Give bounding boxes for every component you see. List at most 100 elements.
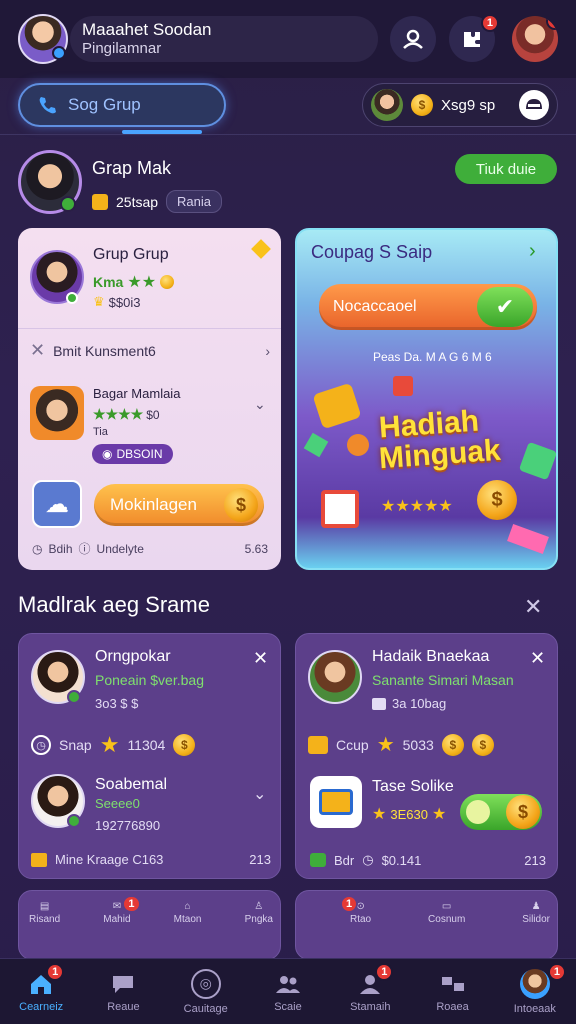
player-a2-sub: Seeee0 <box>95 796 140 811</box>
card-a-footer-label: Mine Kraage C163 <box>55 852 164 867</box>
mini-tab-0[interactable]: ▤ Risand <box>29 901 60 925</box>
nav-social-label: Scaie <box>274 1000 302 1013</box>
group-icon <box>439 971 467 997</box>
arrow-right-icon[interactable]: › <box>529 240 536 263</box>
bookmark-icon[interactable] <box>251 239 271 259</box>
friend-avatar[interactable]: 1 <box>512 16 558 62</box>
profile-stats: 25tsap Rania <box>92 190 223 213</box>
card-a-footer-value: 213 <box>249 852 271 867</box>
nav-home[interactable]: Cearneiz 1 <box>0 959 82 1024</box>
nav-center[interactable]: ◎ Cauitage <box>165 959 247 1024</box>
profile-points: 25tsap <box>116 193 159 210</box>
player-b-small-row: 3a 10bag <box>372 696 446 711</box>
player-a-stat: ◷ Snap ★ 11304 $ <box>31 732 271 758</box>
member-name: Bagar Mamlaia <box>93 386 181 401</box>
dollar-coin-icon: $ <box>506 795 540 829</box>
trophy-button[interactable]: 1 <box>449 14 499 62</box>
nav-groups[interactable]: Roaea <box>411 959 493 1024</box>
mini-left-tabs: ▤ Risand ✉ Mahid 1 ⌂ Mtaon ♙ Pngka <box>29 895 273 925</box>
mini-card-right[interactable]: ⊙ Rtao 1 ▭ Cosnum ♟ Silidor <box>295 890 558 960</box>
group-card[interactable]: Grup Grup Kma ★★ ♛ $$0i3 ✕ Bmit Kunsment… <box>18 228 281 570</box>
monitor-icon <box>319 789 353 815</box>
gift-box-button[interactable]: ☁ <box>32 480 82 528</box>
star-row-icon: ★★★★ <box>93 406 144 422</box>
nav-profile[interactable]: Stamaih 1 <box>329 959 411 1024</box>
online-icon <box>60 196 76 212</box>
footer-mid: Undelyte <box>96 541 144 556</box>
nav-profile-badge: 1 <box>375 963 394 981</box>
small-gift-icon <box>393 376 413 396</box>
profile-action-button[interactable]: Tiuk duie <box>455 154 557 184</box>
card-a-footer: Mine Kraage C163 213 <box>31 852 271 867</box>
coupon-card[interactable]: Coupag S Saip › Nocaccaoel ✔ Peas Da. M … <box>295 228 558 570</box>
mini-tab-r2[interactable]: ♟ Silidor <box>522 901 550 925</box>
check-button[interactable]: ✔ <box>477 287 533 327</box>
section-close-icon[interactable]: ✕ <box>524 594 542 620</box>
toggle-knob <box>466 800 490 824</box>
user-name-pill[interactable]: Maaahet Soodan Pingilamnar <box>70 16 378 62</box>
player-b-small: 3a 10bag <box>392 696 447 711</box>
footer-left: Bdih <box>48 541 73 556</box>
player-a-sub: Poneain $ver.bag <box>95 672 204 688</box>
card-divider <box>18 328 281 329</box>
check-icon: ✔ <box>495 294 515 319</box>
coupon-title: Coupag S Saip <box>311 242 433 262</box>
ticket-icon <box>92 193 108 210</box>
player-a-stat-label: Snap <box>59 737 92 753</box>
add-friend-icon <box>403 29 423 49</box>
profile-name: Grap Mak <box>92 158 172 178</box>
nav-chat-label: Reaue <box>107 1000 140 1013</box>
briefcase-icon: ▤ <box>39 901 50 912</box>
player-b-name: Hadaik Bnaekaa <box>372 648 490 665</box>
member-avatar <box>30 386 84 440</box>
group-line1-text: Kma <box>93 274 124 290</box>
notification-badge: 1 <box>480 14 499 32</box>
match-card-b[interactable]: Hadaik Bnaekaa Sanante Simari Masan 3a 1… <box>295 633 558 879</box>
coin-icon: $ <box>411 94 433 116</box>
nav-chat[interactable]: Reaue <box>82 959 164 1024</box>
claim-toggle[interactable]: $ <box>460 794 542 830</box>
close-icon[interactable]: ✕ <box>530 648 545 669</box>
gem-icon <box>518 441 556 481</box>
mini-tab-r0[interactable]: ⊙ Rtao 1 <box>340 895 371 925</box>
player-b2-name: Tase Solike <box>372 778 454 795</box>
add-friend-button[interactable] <box>390 16 436 62</box>
chevron-down-icon[interactable]: ⌄ <box>253 784 266 804</box>
nav-center-label: Cauitage <box>183 1002 228 1015</box>
star-icon-2: ★ <box>431 806 447 823</box>
friend-badge: 1 <box>545 16 558 30</box>
helmet-button[interactable] <box>519 90 549 120</box>
player-b-stat-value: 5033 <box>402 736 434 753</box>
coin-icon: $ <box>441 733 464 756</box>
card-footer: ◷ Bdih ⓘ Undelyte 5.63 <box>32 540 268 557</box>
close-icon[interactable]: ✕ <box>253 648 268 669</box>
big-coin-icon: $ <box>477 480 517 520</box>
coupon-claim-button[interactable]: Nocaccaoel ✔ <box>319 284 537 330</box>
nav-social[interactable]: Scaie <box>247 959 329 1024</box>
ribbon-icon <box>507 524 549 554</box>
mini-tab-2[interactable]: ⌂ Mtaon <box>174 901 202 925</box>
treasure-icon <box>308 735 328 754</box>
chevron-down-icon[interactable]: ⌄ <box>254 396 266 413</box>
home-icon: ⌂ <box>184 901 191 912</box>
primary-action-button[interactable]: Mokinlagen $ <box>94 484 264 526</box>
mini-tab-r1[interactable]: ▭ Cosnum <box>428 901 465 925</box>
mini-tab-3[interactable]: ♙ Pngka <box>245 901 273 925</box>
header-divider <box>0 134 576 135</box>
account-avatar <box>519 968 550 999</box>
member-chip[interactable]: ◉ DBSOIN <box>92 444 173 464</box>
match-card-a[interactable]: Orngpokar Poneain $ver.bag 3o3 $ $ ✕ ◷ S… <box>18 633 281 879</box>
app-tile[interactable] <box>310 776 362 828</box>
mini-badge-r: 1 <box>340 895 359 913</box>
mini-tab-r1-label: Cosnum <box>428 914 466 925</box>
nav-account[interactable]: Intoeaak 1 <box>494 959 576 1024</box>
group-row-setting[interactable]: ✕ Bmit Kunsment6 › <box>30 340 270 361</box>
wallet-pill[interactable]: $ Xsg9 sp <box>362 83 558 127</box>
player-b2-sub: 3E630 <box>390 806 428 822</box>
card-icon <box>372 697 386 710</box>
group-search-button[interactable]: Sog Grup <box>18 83 226 127</box>
mini-card-left[interactable]: ▤ Risand ✉ Mahid 1 ⌂ Mtaon ♙ Pngka <box>18 890 281 960</box>
controller-icon: ◎ <box>190 968 221 999</box>
mini-tab-1[interactable]: ✉ Mahid 1 <box>103 895 141 925</box>
profile-tag[interactable]: Rania <box>166 190 223 213</box>
